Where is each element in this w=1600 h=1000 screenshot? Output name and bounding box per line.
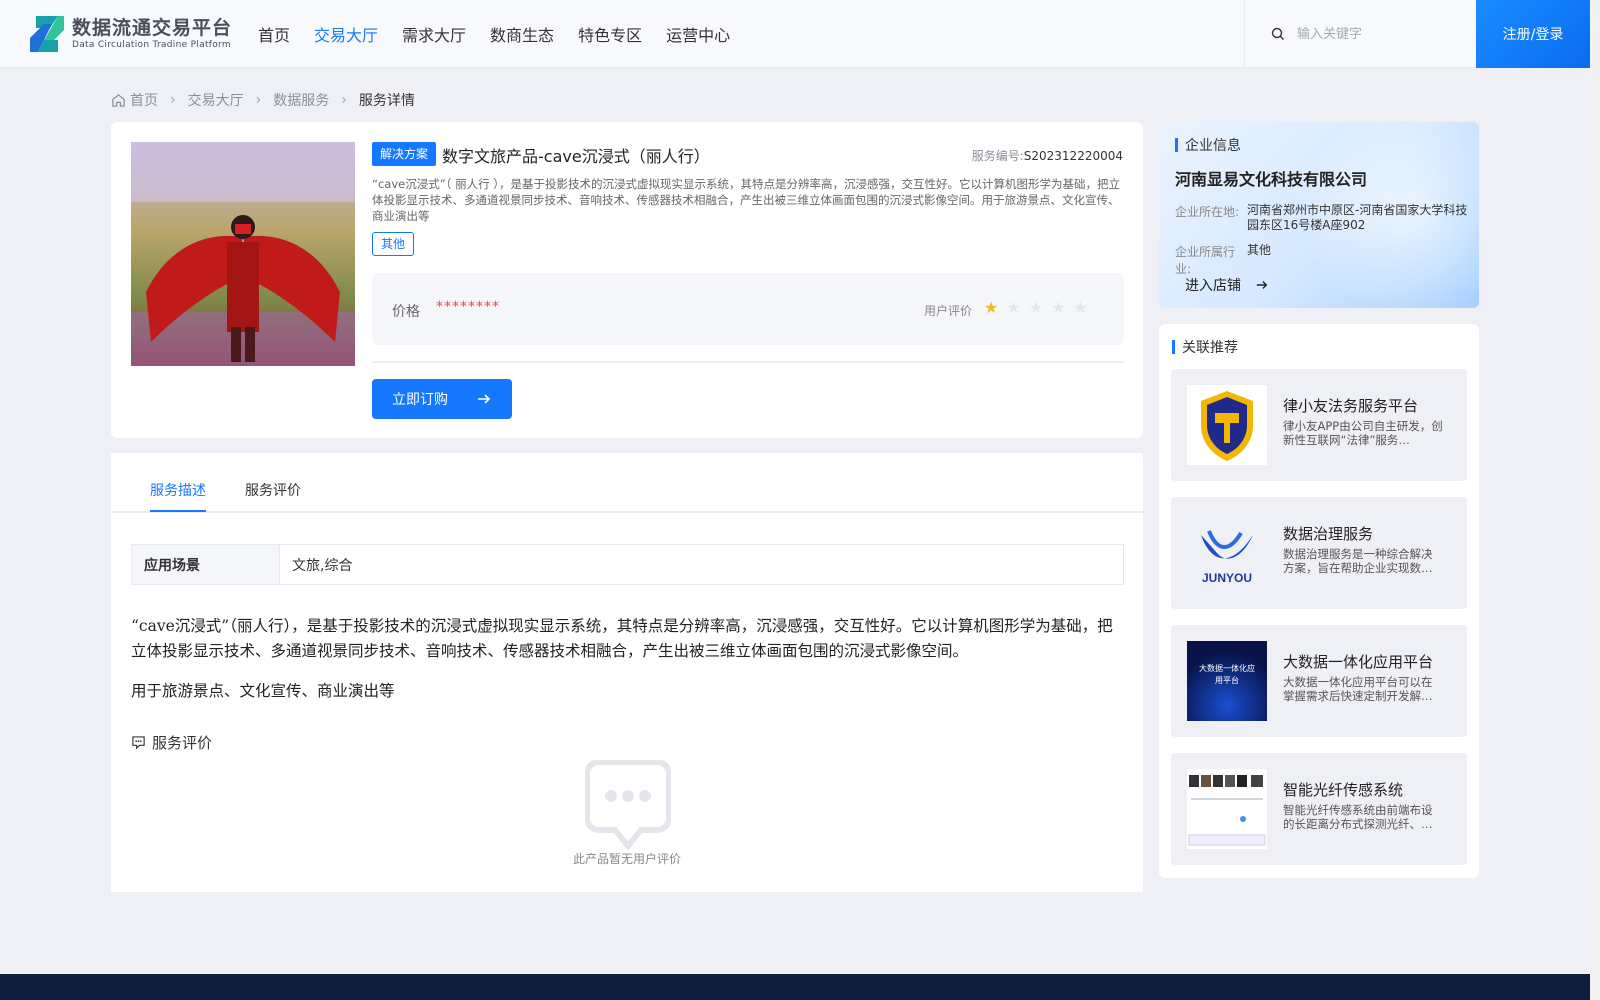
tab-service-description[interactable]: 服务描述	[150, 480, 206, 500]
scene-table: 应用场景 文旅,综合	[131, 544, 1124, 585]
logo-subtitle: Data Circulation Tradine Platform	[72, 40, 231, 50]
rating-stars: ★ ★ ★ ★ ★	[984, 300, 1088, 316]
related-item[interactable]: JUNYOU 数据治理服务 数据治理服务是一种综合解决方案，旨在帮助企业实现数…	[1171, 497, 1467, 609]
related-item-desc: 智能光纤传感系统由前端布设的长距离分布式探测光纤、…	[1283, 803, 1433, 831]
company-info-card: 企业信息 河南显易文化科技有限公司 企业所在地: 河南省郑州市中原区-河南省国家大…	[1159, 122, 1479, 308]
rating-label: 用户评价	[924, 304, 973, 318]
empty-comment-icon	[585, 760, 671, 850]
comment-icon	[132, 736, 145, 750]
home-icon	[112, 93, 125, 107]
related-item[interactable]: 律小友法务服务平台 律小友APP由公司自主研发，创新性互联网“法律”服务…	[1171, 369, 1467, 481]
description-paragraph: “cave沉浸式”（丽人行），是基于投影技术的沉浸式虚拟现实显示系统，其特点是分…	[131, 617, 1113, 660]
scene-label: 应用场景	[132, 545, 280, 584]
logo-title: 数据流通交易平台	[72, 17, 233, 39]
chevron-right-icon: ›	[170, 92, 176, 108]
breadcrumb-current: 服务详情	[358, 93, 415, 109]
nav-ecosystem[interactable]: 数商生态	[490, 22, 554, 46]
nav-special-zone[interactable]: 特色专区	[578, 22, 642, 46]
search-box	[1244, 0, 1476, 68]
order-now-label: 立即订购	[392, 392, 448, 408]
nav-demand-hall[interactable]: 需求大厅	[402, 22, 466, 46]
tab-service-reviews[interactable]: 服务评价	[245, 480, 301, 500]
bigdata-platform-thumbnail: 大数据一体化应用平台	[1187, 641, 1267, 721]
page-scrollbar[interactable]	[1590, 0, 1600, 1000]
related-item-desc: 数据治理服务是一种综合解决方案，旨在帮助企业实现数…	[1283, 547, 1433, 575]
chevron-right-icon: ›	[255, 92, 262, 108]
star-empty-icon: ★	[1051, 298, 1066, 317]
breadcrumb-data-service[interactable]: 数据服务	[273, 90, 329, 110]
active-tab-indicator	[150, 510, 206, 512]
related-item-title: 数据治理服务	[1283, 525, 1374, 543]
description-paragraph: 用于旅游景点、文化宣传、商业演出等	[131, 682, 395, 700]
logo-icon	[28, 14, 66, 54]
fiber-sensing-thumbnail	[1187, 769, 1267, 849]
related-item-title: 大数据一体化应用平台	[1283, 653, 1434, 671]
related-item[interactable]: 智能光纤传感系统 智能光纤传感系统由前端布设的长距离分布式探测光纤、…	[1171, 753, 1467, 865]
price-panel: 价格 ******** 用户评价 ★ ★ ★ ★ ★	[372, 273, 1124, 345]
star-empty-icon: ★	[1006, 298, 1021, 317]
company-section-title: 企业信息	[1175, 135, 1241, 155]
search-input[interactable]	[1297, 26, 1467, 42]
product-image	[131, 142, 355, 366]
login-register-button[interactable]: 注册/登录	[1476, 0, 1590, 68]
company-industry: 企业所属行业: 其他	[1175, 243, 1272, 276]
detail-tabs: 服务描述 服务评价	[111, 453, 1143, 513]
product-summary: “cave沉浸式”（ 丽人行 ），是基于投影技术的沉浸式虚拟现实显示系统，其特点…	[372, 177, 1120, 223]
chevron-right-icon: ›	[341, 92, 347, 108]
order-now-button[interactable]: 立即订购	[372, 379, 512, 419]
star-empty-icon: ★	[1073, 298, 1088, 317]
category-tag[interactable]: 其他	[372, 232, 415, 256]
related-section-title: 关联推荐	[1172, 337, 1238, 357]
solution-tag: 解决方案	[372, 142, 437, 166]
shield-logo-icon	[1187, 385, 1267, 465]
related-item-desc: 大数据一体化应用平台可以在掌握需求后快速定制开发解…	[1283, 675, 1433, 703]
arrow-right-icon	[1256, 281, 1268, 289]
breadcrumb-home[interactable]: 首页	[130, 90, 158, 110]
breadcrumb: 首页 › 交易大厅 › 数据服务 › 服务详情	[111, 90, 415, 110]
search-icon[interactable]	[1271, 27, 1285, 41]
product-card: 解决方案 数字文旅产品-cave沉浸式（丽人行） 服务编号:S202312220…	[111, 122, 1143, 438]
divider	[372, 361, 1124, 363]
related-item[interactable]: 大数据一体化应用平台 大数据一体化应用平台 大数据一体化应用平台可以在掌握需求后…	[1171, 625, 1467, 737]
star-empty-icon: ★	[1028, 298, 1044, 317]
related-recommendations: 关联推荐 律小友法务服务平台 律小友APP由公司自主研发，创新性互联网“法律”服…	[1159, 324, 1479, 878]
nav-operations-center[interactable]: 运营中心	[666, 22, 730, 46]
top-header: 数据流通交易平台 Data Circulation Tradine Platfo…	[0, 0, 1600, 68]
star-filled-icon: ★	[984, 298, 999, 317]
product-title: 数字文旅产品-cave沉浸式（丽人行）	[442, 147, 710, 166]
related-item-desc: 律小友APP由公司自主研发，创新性互联网“法律”服务…	[1283, 419, 1443, 447]
company-name: 河南显易文化科技有限公司	[1175, 170, 1368, 189]
breadcrumb-trading-hall[interactable]: 交易大厅	[188, 90, 244, 110]
enter-shop-link[interactable]: 进入店铺	[1185, 275, 1269, 295]
related-item-title: 律小友法务服务平台	[1283, 397, 1419, 415]
arrow-right-icon	[478, 394, 491, 404]
price-label: 价格	[392, 304, 420, 320]
company-location: 企业所在地: 河南省郑州市中原区-河南省国家大学科技园东区16号楼A座902	[1175, 203, 1468, 232]
price-value: ********	[436, 299, 500, 315]
detail-card: 服务描述 服务评价 应用场景 文旅,综合 “cave沉浸式”（丽人行），是基于投…	[111, 453, 1143, 892]
junyou-logo-icon: JUNYOU	[1187, 513, 1267, 593]
logo[interactable]: 数据流通交易平台 Data Circulation Tradine Platfo…	[28, 14, 232, 54]
review-section-title: 服务评价	[131, 732, 212, 753]
nav-trading-hall[interactable]: 交易大厅	[314, 22, 378, 46]
page-footer	[0, 974, 1590, 1000]
empty-reviews-text: 此产品暂无用户评价	[572, 852, 681, 866]
scene-value: 文旅,综合	[292, 557, 353, 574]
nav-home[interactable]: 首页	[258, 22, 290, 46]
related-item-title: 智能光纤传感系统	[1283, 781, 1404, 799]
service-code: 服务编号:S202312220004	[971, 149, 1123, 163]
main-nav: 首页 交易大厅 需求大厅 数商生态 特色专区 运营中心	[258, 22, 730, 46]
